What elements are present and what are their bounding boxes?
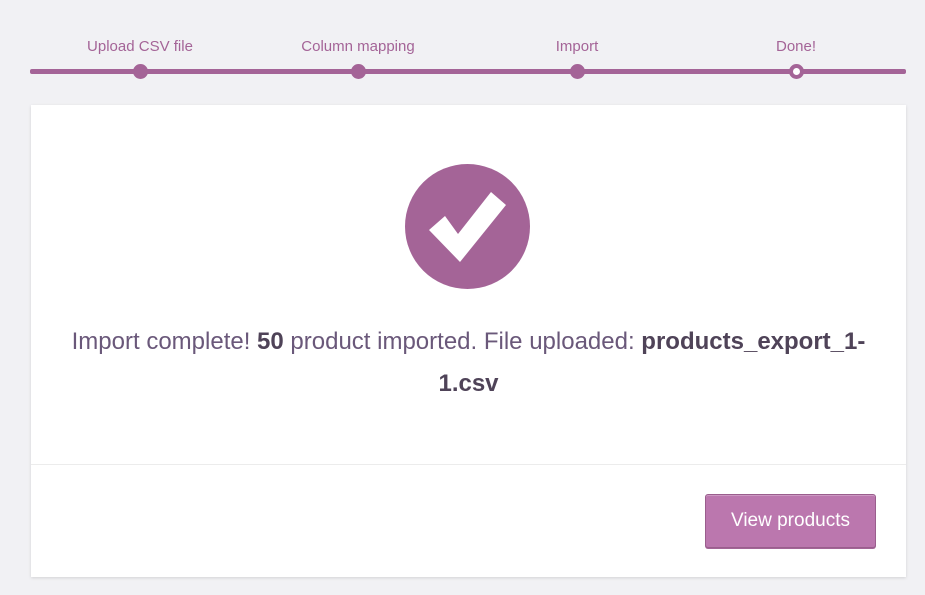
- checkmark-icon: [405, 164, 530, 289]
- step-upload-csv: Upload CSV file: [30, 0, 250, 90]
- step-dot-done: [132, 64, 148, 79]
- step-label: Import: [555, 38, 599, 55]
- step-label: Column mapping: [301, 38, 415, 55]
- step-dot-done: [569, 64, 585, 79]
- step-import: Import: [467, 0, 687, 90]
- step-label: Upload CSV file: [87, 38, 193, 55]
- view-products-button[interactable]: View products: [705, 494, 876, 548]
- import-result-card: Import complete! 50 product imported. Fi…: [31, 105, 906, 577]
- checkmark-glyph: [429, 192, 506, 262]
- import-done-page: Upload CSV file Column mapping Import Do…: [0, 0, 925, 595]
- progress-steps: Upload CSV file Column mapping Import Do…: [30, 0, 906, 90]
- step-dot-done: [350, 64, 366, 79]
- message-prefix: Import complete!: [71, 328, 258, 355]
- card-divider: [31, 464, 906, 465]
- step-label: Done!: [775, 38, 817, 55]
- message-middle: product imported. File uploaded:: [283, 328, 642, 355]
- step-dot-current: [788, 64, 804, 79]
- import-complete-message: Import complete! 50 product imported. Fi…: [51, 321, 886, 405]
- step-done: Done!: [686, 0, 906, 90]
- step-column-mapping: Column mapping: [248, 0, 468, 90]
- imported-count: 50: [257, 328, 284, 355]
